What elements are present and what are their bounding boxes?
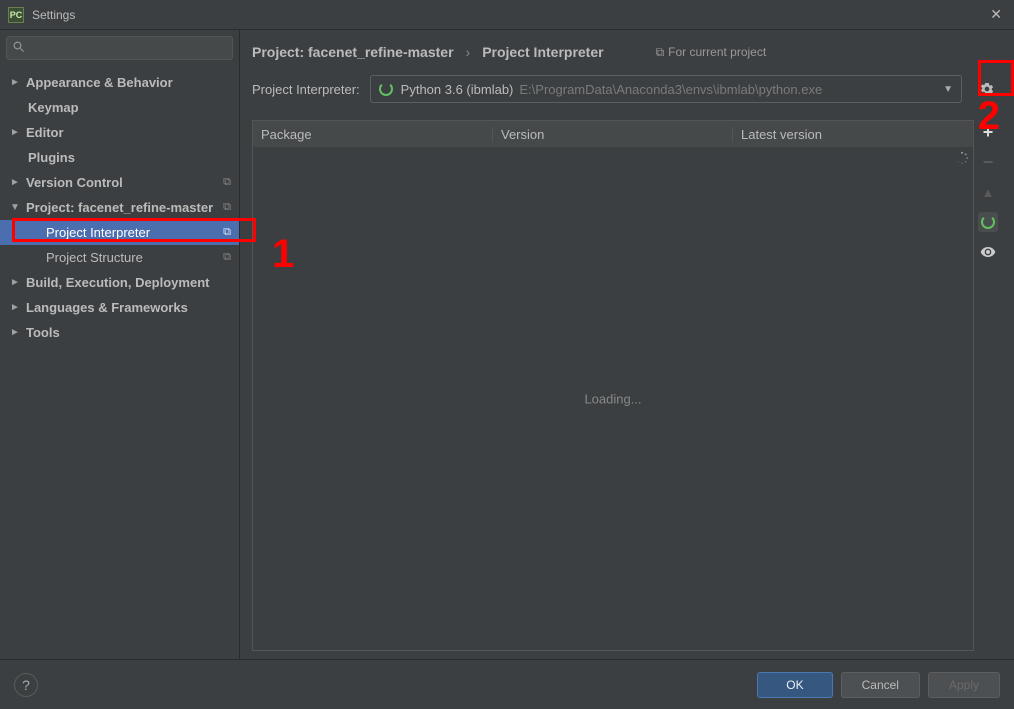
nav-item-version-control[interactable]: ► Version Control ⧉ [0, 170, 239, 195]
breadcrumb-current: Project Interpreter [482, 44, 603, 60]
ok-button[interactable]: OK [757, 672, 832, 698]
breadcrumb: Project: facenet_refine-master › Project… [252, 40, 1002, 74]
gear-button[interactable] [972, 74, 1002, 104]
apply-button: Apply [928, 672, 1000, 698]
nav-item-editor[interactable]: ► Editor [0, 120, 239, 145]
tree-arrow-icon: ► [10, 177, 20, 188]
tree-arrow-icon: ► [10, 327, 20, 338]
window-title: Settings [32, 8, 986, 22]
chevron-down-icon: ▼ [943, 84, 953, 95]
nav-item-project-interpreter[interactable]: Project Interpreter ⧉ [0, 220, 239, 245]
nav-label: Editor [26, 125, 64, 140]
nav-label: Project: facenet_refine-master [26, 200, 213, 215]
nav-item-project-structure[interactable]: Project Structure ⧉ [0, 245, 239, 270]
packages-table: Package Version Latest version Loading..… [252, 120, 974, 651]
breadcrumb-separator: › [466, 44, 471, 60]
col-latest[interactable]: Latest version [733, 127, 973, 142]
copy-icon: ⧉ [223, 226, 231, 239]
nav-label: Build, Execution, Deployment [26, 275, 209, 290]
conda-button[interactable] [978, 212, 998, 232]
nav-item-tools[interactable]: ► Tools [0, 320, 239, 345]
cancel-button[interactable]: Cancel [841, 672, 920, 698]
tree-arrow-icon: ▼ [10, 202, 20, 213]
search-field[interactable] [29, 41, 226, 56]
interpreter-path: E:\ProgramData\Anaconda3\envs\ibmlab\pyt… [519, 82, 822, 97]
pycharm-icon: PC [8, 7, 24, 23]
nav-label: Keymap [28, 100, 79, 115]
for-current-project-label: ⧉ For current project [656, 45, 767, 60]
remove-package-button: − [978, 152, 998, 172]
interpreter-dropdown[interactable]: Python 3.6 (ibmlab) E:\ProgramData\Anaco… [370, 75, 962, 103]
tree-arrow-icon: ► [10, 277, 20, 288]
breadcrumb-root: Project: facenet_refine-master [252, 44, 454, 60]
copy-icon: ⧉ [656, 45, 665, 60]
nav-label: Plugins [28, 150, 75, 165]
nav-item-keymap[interactable]: Keymap [0, 95, 239, 120]
search-icon [13, 41, 25, 56]
copy-icon: ⧉ [223, 201, 231, 214]
nav-label: Project Interpreter [46, 225, 150, 240]
nav-label: Project Structure [46, 250, 143, 265]
col-package[interactable]: Package [253, 127, 493, 142]
close-icon[interactable]: ✕ [986, 6, 1006, 23]
col-version[interactable]: Version [493, 127, 733, 142]
nav-label: Languages & Frameworks [26, 300, 188, 315]
nav-item-appearance-behavior[interactable]: ► Appearance & Behavior [0, 70, 239, 95]
tree-arrow-icon: ► [10, 302, 20, 313]
nav-label: Appearance & Behavior [26, 75, 173, 90]
upgrade-package-button: ▲ [978, 182, 998, 202]
settings-sidebar: ► Appearance & Behavior Keymap ► Editor Plugi… [0, 30, 240, 659]
nav-item-build-execution-deployment[interactable]: ► Build, Execution, Deployment [0, 270, 239, 295]
nav-item-plugins[interactable]: Plugins [0, 145, 239, 170]
add-package-button[interactable]: + [978, 122, 998, 142]
nav-label: Tools [26, 325, 60, 340]
loading-spinner-icon [379, 82, 393, 96]
interpreter-label: Project Interpreter: [252, 82, 360, 97]
interpreter-name: Python 3.6 (ibmlab) [401, 82, 514, 97]
copy-icon: ⧉ [223, 251, 231, 264]
show-early-releases-button[interactable] [978, 242, 998, 262]
tree-arrow-icon: ► [10, 77, 20, 88]
nav-label: Version Control [26, 175, 123, 190]
search-input[interactable] [6, 36, 233, 60]
tree-arrow-icon: ► [10, 127, 20, 138]
copy-icon: ⧉ [223, 176, 231, 189]
nav-item-languages-frameworks[interactable]: ► Languages & Frameworks [0, 295, 239, 320]
help-button[interactable]: ? [14, 673, 38, 697]
loading-text: Loading... [584, 391, 641, 406]
nav-item-project-facenet-refine-master[interactable]: ▼ Project: facenet_refine-master ⧉ [0, 195, 239, 220]
loading-spinner-icon [955, 151, 969, 165]
